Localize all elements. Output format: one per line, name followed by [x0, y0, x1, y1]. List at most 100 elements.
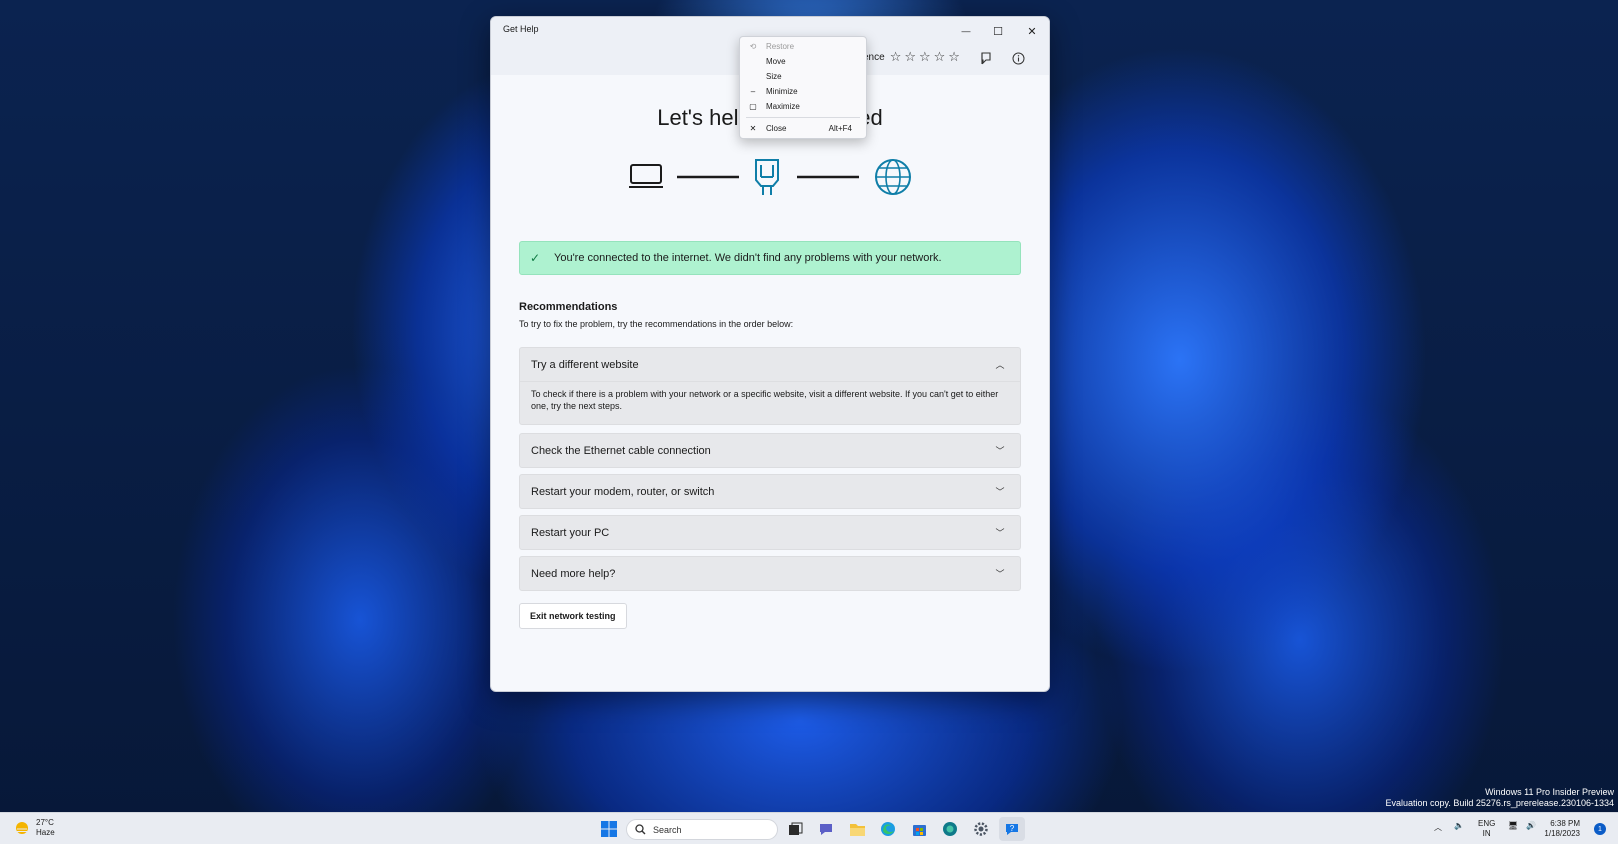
laptop-icon	[629, 164, 663, 188]
menu-item-size[interactable]: Size	[740, 69, 866, 84]
language-indicator[interactable]: ENG IN	[1478, 819, 1495, 839]
edge-dev-icon	[943, 822, 957, 836]
weather-widget[interactable]: 27°C Haze	[14, 818, 55, 838]
accordion-need-more-help[interactable]: Need more help? ﹀	[519, 556, 1021, 591]
watermark-line2: Evaluation copy. Build 25276.rs_prerelea…	[1385, 798, 1615, 808]
accordion-header[interactable]: Restart your modem, router, or switch ﹀	[520, 475, 1020, 508]
chevron-down-icon: ﹀	[995, 568, 1005, 579]
exit-network-testing-button[interactable]: Exit network testing	[519, 603, 627, 629]
chevron-up-icon: ︿	[1434, 823, 1442, 832]
close-icon: ✕	[1027, 25, 1037, 38]
get-help-taskbar-button[interactable]: ?	[999, 817, 1025, 841]
info-icon	[1012, 52, 1024, 64]
ethernet-adapter-icon	[755, 159, 779, 195]
menu-item-shortcut: Alt+F4	[828, 124, 852, 133]
edge-button[interactable]	[875, 817, 901, 841]
watermark-line1: Windows 11 Pro Insider Preview	[1485, 787, 1614, 797]
store-icon	[912, 824, 926, 836]
file-explorer-button[interactable]	[844, 817, 870, 841]
minimize-icon: —	[961, 26, 971, 36]
accordion-header[interactable]: Try a different website ︿	[520, 348, 1020, 381]
windows-logo-icon	[601, 821, 617, 837]
accordion-title: Check the Ethernet cable connection	[531, 444, 711, 457]
taskbar: 27°C Haze Search ? ︿ 🔈 ENG IN 🖥 🔊 6:38 P…	[0, 812, 1618, 844]
windows-watermark: Windows 11 Pro Insider Preview Evaluatio…	[1386, 787, 1615, 809]
clock-date: 1/18/2023	[1544, 829, 1580, 838]
menu-item-restore[interactable]: ⟲ Restore	[740, 39, 866, 54]
network-button[interactable]: 🖥	[1508, 821, 1518, 830]
notification-badge[interactable]: 1	[1594, 823, 1606, 835]
accordion-body: To check if there is a problem with your…	[520, 381, 1020, 422]
sound-button[interactable]: 🔊	[1526, 821, 1536, 830]
accordion-restart-pc[interactable]: Restart your PC ﹀	[519, 515, 1021, 550]
search-placeholder: Search	[653, 824, 682, 835]
close-button[interactable]: ✕	[1017, 20, 1047, 42]
accordion-header[interactable]: Need more help? ﹀	[520, 557, 1020, 590]
folder-icon	[849, 823, 865, 836]
clock-time: 6:38 PM	[1550, 819, 1580, 828]
window-title: Get Help	[503, 24, 539, 34]
chevron-down-icon: ﹀	[995, 445, 1005, 456]
star-rating[interactable]: ☆☆☆☆☆	[890, 49, 963, 65]
accordion-title: Need more help?	[531, 567, 616, 580]
status-banner: ✓ You're connected to the internet. We d…	[519, 241, 1021, 275]
menu-item-close[interactable]: ✕ Close Alt+F4	[740, 121, 866, 136]
edge-icon	[881, 822, 895, 836]
connection-diagram	[629, 159, 911, 195]
start-button[interactable]	[596, 817, 622, 841]
restore-icon: ⟲	[749, 42, 757, 51]
menu-item-label: Restore	[766, 42, 795, 51]
sun-haze-icon	[16, 822, 28, 834]
status-message: You're connected to the internet. We did…	[554, 252, 942, 264]
maximize-icon: ☐	[993, 25, 1003, 38]
teams-chat-icon	[820, 824, 832, 835]
minimize-button[interactable]: —	[951, 20, 981, 42]
feedback-icon	[981, 52, 991, 65]
store-button[interactable]	[906, 817, 932, 841]
window-context-menu: ⟲ Restore Move Size – Minimize ▢ Maximiz…	[739, 36, 867, 139]
menu-item-label: Move	[766, 57, 786, 66]
taskbar-search[interactable]: Search	[626, 819, 778, 840]
chat-button[interactable]	[813, 817, 839, 841]
accordion-title: Try a different website	[531, 358, 639, 371]
feedback-rating: ence ☆☆☆☆☆	[863, 47, 963, 67]
accordion-header[interactable]: Check the Ethernet cable connection ﹀	[520, 434, 1020, 467]
edge-dev-button[interactable]	[937, 817, 963, 841]
accordion-title: Restart your modem, router, or switch	[531, 485, 715, 498]
menu-item-label: Size	[766, 72, 782, 81]
chevron-down-icon: ﹀	[995, 527, 1005, 538]
accordion-try-different-website[interactable]: Try a different website ︿ To check if th…	[519, 347, 1021, 425]
accordion-check-ethernet[interactable]: Check the Ethernet cable connection ﹀	[519, 433, 1021, 468]
volume-button[interactable]: 🔈	[1454, 821, 1464, 830]
minimize-icon: –	[750, 87, 756, 96]
menu-item-move[interactable]: Move	[740, 54, 866, 69]
settings-button[interactable]	[968, 817, 994, 841]
task-view-button[interactable]	[782, 817, 808, 841]
chevron-down-icon: ﹀	[995, 486, 1005, 497]
accordion-restart-modem[interactable]: Restart your modem, router, or switch ﹀	[519, 474, 1021, 509]
menu-item-minimize[interactable]: – Minimize	[740, 84, 866, 99]
get-help-icon: ?	[1006, 824, 1018, 835]
show-hidden-icons-button[interactable]: ︿	[1434, 822, 1442, 833]
speaker-icon: 🔈	[1454, 821, 1464, 830]
svg-text:?: ?	[1010, 824, 1015, 833]
weather-condition: Haze	[36, 828, 55, 837]
accordion-title: Restart your PC	[531, 526, 610, 539]
accordion-header[interactable]: Restart your PC ﹀	[520, 516, 1020, 549]
menu-item-maximize[interactable]: ▢ Maximize	[740, 99, 866, 114]
recommendations-subtitle: To try to fix the problem, try the recom…	[519, 319, 794, 329]
about-button[interactable]	[1007, 47, 1029, 69]
recommendations-heading: Recommendations	[519, 301, 618, 313]
search-icon	[635, 824, 646, 835]
checkmark-icon: ✓	[530, 251, 541, 265]
feedback-button[interactable]	[975, 47, 997, 69]
language-code: ENG	[1478, 819, 1496, 828]
menu-item-label: Maximize	[766, 102, 800, 111]
menu-item-label: Minimize	[766, 87, 798, 96]
clock[interactable]: 6:38 PM 1/18/2023	[1544, 819, 1580, 839]
speaker-icon: 🔊	[1526, 821, 1536, 830]
close-icon: ✕	[749, 124, 757, 133]
monitor-network-icon: 🖥	[1508, 821, 1519, 830]
task-view-icon	[788, 822, 802, 835]
maximize-button[interactable]: ☐	[983, 20, 1013, 42]
